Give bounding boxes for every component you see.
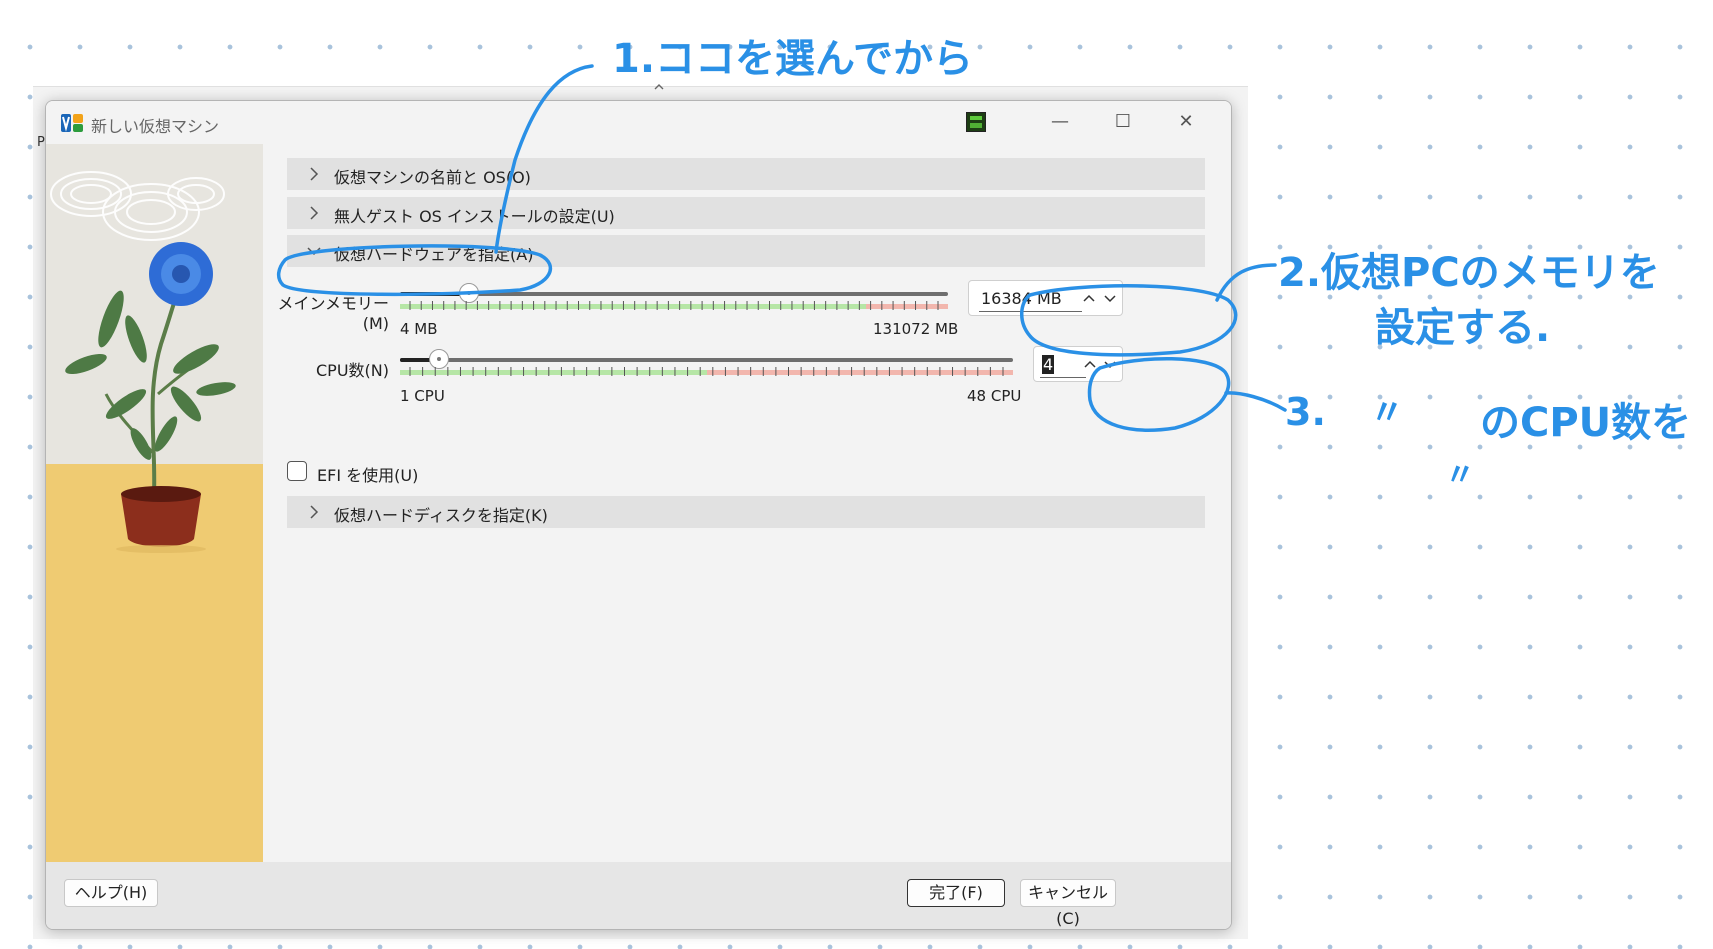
chevron-right-icon	[310, 167, 319, 181]
maximize-button[interactable]: ☐	[1101, 107, 1145, 137]
section-virtual-harddisk[interactable]: 仮想ハードディスクを指定(K)	[287, 496, 1205, 528]
finish-button[interactable]: 完了(F)	[907, 879, 1005, 907]
cpu-min-label: 1 CPU	[400, 387, 445, 405]
annotation-step3-ditto1: 〃	[1370, 393, 1404, 433]
chevron-right-icon	[310, 505, 319, 519]
chevron-up-icon[interactable]	[1082, 356, 1098, 372]
help-button[interactable]: ヘルプ(H)	[64, 879, 158, 907]
cpu-label: CPU数(N)	[316, 361, 389, 380]
section-label: 仮想マシンの名前と OS(O)	[334, 168, 531, 187]
flower-pot-illustration	[46, 144, 263, 862]
memory-label: メインメモリー(M)	[277, 294, 389, 333]
cancel-button[interactable]: キャンセル(C)	[1020, 879, 1116, 928]
chevron-down-icon	[307, 247, 321, 256]
status-indicator-icon	[966, 112, 986, 132]
cpu-max-label: 48 CPU	[967, 387, 1022, 405]
memory-spinbox[interactable]: 16384 MB	[968, 280, 1123, 316]
blue-flower	[149, 242, 213, 306]
chevron-down-icon[interactable]	[1102, 290, 1118, 306]
memory-min-label: 4 MB	[400, 320, 438, 338]
window-title: 新しい仮想マシン	[91, 117, 220, 136]
title-bar[interactable]: 新しい仮想マシン — ☐ ✕	[46, 101, 1231, 141]
memory-max-label: 131072 MB	[873, 320, 959, 338]
annotation-step3-ditto2: 〃	[1445, 458, 1475, 493]
section-label: 仮想ハードディスクを指定(K)	[334, 506, 548, 525]
cpu-value: 4	[1042, 355, 1055, 374]
content-area: 仮想マシンの名前と OS(O) 無人ゲスト OS インストールの設定(U) 仮想…	[263, 144, 1231, 862]
minimize-button[interactable]: —	[1038, 107, 1082, 137]
cpu-spinbox[interactable]: 4	[1033, 346, 1123, 382]
cpu-slider[interactable]	[400, 349, 1013, 369]
virtualbox-logo-icon	[61, 114, 83, 132]
dialog-footer: ヘルプ(H) 完了(F) キャンセル(C)	[46, 862, 1231, 929]
memory-slider-thumb[interactable]	[459, 283, 479, 303]
close-button[interactable]: ✕	[1164, 107, 1208, 137]
efi-checkbox[interactable]	[287, 461, 307, 481]
section-name-os[interactable]: 仮想マシンの名前と OS(O)	[287, 158, 1205, 190]
annotation-step1: 1.ココを選んでから	[612, 36, 974, 82]
chevron-right-icon	[310, 206, 319, 220]
memory-slider-ticks	[400, 301, 948, 310]
new-vm-dialog: 新しい仮想マシン — ☐ ✕ 仮想マシンの名前と OS(O) 無人ゲスト OS …	[45, 100, 1232, 930]
section-unattended-install[interactable]: 無人ゲスト OS インストールの設定(U)	[287, 197, 1205, 229]
background-app-label: P	[37, 135, 45, 150]
sidebar-illustration	[46, 144, 263, 862]
chevron-down-icon[interactable]	[1102, 356, 1118, 372]
efi-label: EFI を使用(U)	[317, 466, 419, 485]
section-label: 仮想ハードウェアを指定(A)	[334, 245, 534, 264]
memory-slider[interactable]	[400, 283, 948, 303]
annotation-step3-rest: のCPU数を	[1480, 400, 1692, 446]
annotation-step3-number: 3.	[1285, 390, 1326, 434]
chevron-up-icon[interactable]	[1081, 290, 1097, 306]
section-virtual-hardware[interactable]: 仮想ハードウェアを指定(A)	[287, 235, 1205, 267]
cpu-slider-thumb[interactable]	[429, 349, 449, 369]
section-label: 無人ゲスト OS インストールの設定(U)	[334, 207, 615, 226]
memory-value: 16384 MB	[981, 289, 1062, 308]
annotation-step2-line1: 2.仮想PCのメモリを	[1278, 250, 1660, 296]
cpu-slider-ticks	[400, 367, 1013, 376]
annotation-step2-line2: 設定する.	[1375, 305, 1551, 351]
